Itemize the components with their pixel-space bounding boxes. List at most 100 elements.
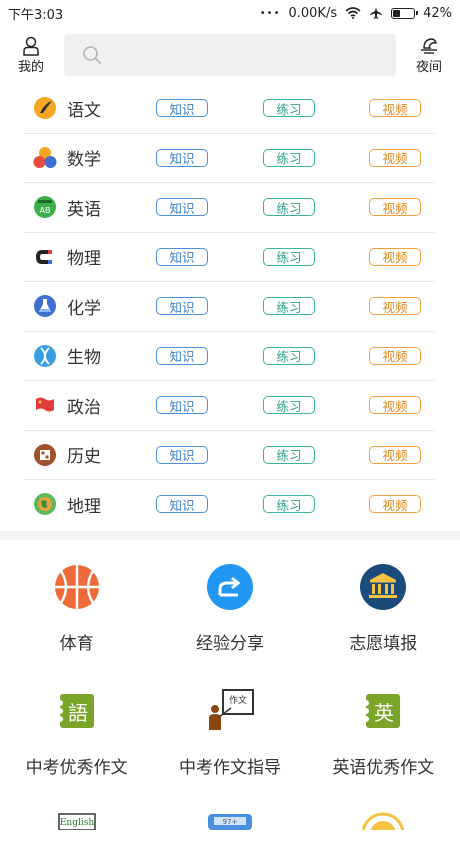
grid-item-volunteer-application[interactable]: 志愿填报 (307, 562, 460, 686)
english-book-icon: English (57, 812, 96, 830)
profile-button[interactable]: 我的 (8, 36, 54, 75)
grid-item-english-book[interactable]: English (0, 810, 153, 850)
grid-label: 中考优秀作文 (25, 757, 128, 778)
practice-button[interactable]: 练习 (263, 297, 315, 315)
video-button[interactable]: 视频 (369, 495, 421, 513)
grid-label: 英语优秀作文 (332, 757, 435, 778)
night-label: 夜间 (415, 59, 442, 75)
chinese-essay-icon: 語 (52, 686, 102, 736)
video-button[interactable]: 视频 (369, 297, 421, 315)
status-bar: 下午3:03 ••• 0.00K/s 42% (0, 0, 460, 26)
header: 我的 夜间 (0, 26, 460, 84)
subject-row[interactable]: 物理 知识 练习 视频 (25, 233, 435, 282)
search-input[interactable] (64, 34, 396, 76)
english-essay-icon: 英 (358, 686, 408, 736)
sun-icon (362, 812, 405, 830)
subject-row[interactable]: 历史 知识 练习 视频 (25, 431, 435, 480)
video-button[interactable]: 视频 (369, 396, 421, 414)
subject-name: 语文 (67, 100, 101, 121)
practice-button[interactable]: 练习 (263, 99, 315, 117)
airplane-icon (370, 7, 383, 19)
knowledge-button[interactable]: 知识 (156, 148, 208, 167)
chinese-brush-icon (33, 96, 57, 120)
video-button[interactable]: 视频 (369, 247, 421, 266)
grid-item-experience-share[interactable]: 经验分享 (153, 562, 306, 686)
grid-item-sun[interactable] (307, 810, 460, 850)
video-button[interactable]: 视频 (369, 445, 421, 464)
subject-row[interactable]: 数学 知识 练习 视频 (25, 134, 435, 183)
subject-name: 化学 (67, 298, 101, 319)
battery-icon (391, 7, 419, 19)
grid-item-english-essay[interactable]: 英 英语优秀作文 (307, 686, 460, 810)
grid-item-essay-guidance[interactable]: 作文 中考作文指导 (153, 686, 306, 810)
practice-button[interactable]: 练习 (263, 495, 315, 513)
grid-item-calculator[interactable]: 97+ (153, 810, 306, 850)
flag-icon (33, 393, 57, 417)
magnet-icon (33, 245, 57, 269)
board-glyph: 作文 (229, 694, 247, 706)
profile-label: 我的 (17, 59, 44, 75)
feature-grid: 体育 经验分享 志愿填报 語 中考优秀作文 作文 中考作文指导 英 英语优秀作文 (0, 540, 460, 810)
subject-row[interactable]: AB 英语 知识 练习 视频 (25, 183, 435, 233)
grid-item-chinese-essay[interactable]: 語 中考优秀作文 (0, 686, 153, 810)
practice-button[interactable]: 练习 (263, 198, 315, 216)
practice-button[interactable]: 练习 (263, 346, 315, 365)
subject-name: 英语 (67, 199, 101, 220)
video-button[interactable]: 视频 (369, 198, 421, 216)
video-button[interactable]: 视频 (369, 346, 421, 365)
subject-name: 数学 (67, 150, 101, 171)
battery-percent: 42% (423, 5, 452, 21)
math-balls-icon (33, 146, 57, 170)
essay-glyph: 語 (68, 701, 88, 725)
english-ab-icon: AB (33, 195, 57, 219)
search-icon (83, 46, 101, 64)
knowledge-button[interactable]: 知识 (156, 445, 208, 464)
practice-button[interactable]: 练习 (263, 445, 315, 464)
practice-button[interactable]: 练习 (263, 396, 315, 414)
calculator-text: 97+ (223, 818, 238, 826)
knowledge-button[interactable]: 知识 (156, 99, 208, 117)
network-speed: 0.00K/s (288, 5, 338, 21)
subject-name: 历史 (67, 447, 101, 468)
section-divider (0, 530, 460, 540)
wifi-icon (345, 7, 361, 19)
calculator-icon: 97+ (207, 813, 252, 830)
flask-icon (33, 294, 57, 318)
book-text: English (60, 818, 95, 828)
subject-list: 语文 知识 练习 视频 数学 知识 练习 视频 AB 英语 知识 练习 视频 物… (0, 84, 460, 529)
subject-name: 地理 (67, 496, 101, 517)
night-mode-button[interactable]: 夜间 (406, 36, 452, 75)
knowledge-button[interactable]: 知识 (156, 198, 208, 216)
user-icon (23, 36, 39, 56)
grid-item-sports[interactable]: 体育 (0, 562, 153, 686)
history-book-icon (33, 443, 57, 467)
subject-name: 生物 (67, 348, 101, 369)
subject-row[interactable]: 生物 知识 练习 视频 (25, 332, 435, 381)
grid-label: 经验分享 (195, 633, 264, 654)
practice-button[interactable]: 练习 (263, 148, 315, 167)
knowledge-button[interactable]: 知识 (156, 247, 208, 266)
subject-row[interactable]: 地理 知识 练习 视频 (25, 480, 435, 529)
knowledge-button[interactable]: 知识 (156, 297, 208, 315)
knowledge-button[interactable]: 知识 (156, 396, 208, 414)
subject-name: 物理 (67, 249, 101, 270)
subject-row[interactable]: 语文 知识 练习 视频 (25, 84, 435, 134)
share-icon (205, 562, 255, 612)
subject-row[interactable]: 化学 知识 练习 视频 (25, 282, 435, 332)
basketball-icon (52, 562, 102, 612)
english-glyph: 英 (374, 701, 394, 725)
institution-icon (358, 562, 408, 612)
subject-name: 政治 (67, 397, 101, 418)
night-lamp-icon (421, 37, 437, 54)
video-button[interactable]: 视频 (369, 148, 421, 167)
practice-button[interactable]: 练习 (263, 247, 315, 266)
knowledge-button[interactable]: 知识 (156, 346, 208, 365)
video-button[interactable]: 视频 (369, 99, 421, 117)
status-time: 下午3:03 (8, 7, 64, 23)
globe-icon (33, 492, 57, 516)
knowledge-button[interactable]: 知识 (156, 495, 208, 513)
svg-text:AB: AB (40, 206, 51, 215)
subject-row[interactable]: 政治 知识 练习 视频 (25, 381, 435, 431)
teacher-board-icon: 作文 (205, 686, 255, 736)
dna-icon (33, 344, 57, 368)
